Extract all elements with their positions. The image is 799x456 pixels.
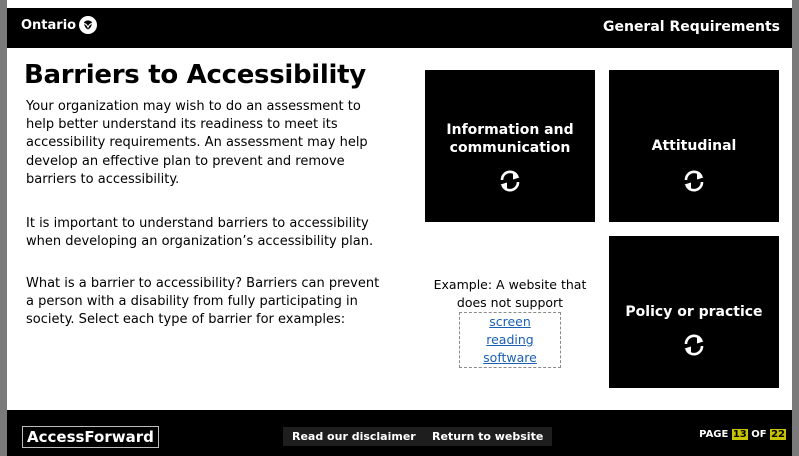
plan-paragraph: It is important to understand barriers t… [26,216,374,250]
card-label: Policy or practice [625,304,763,320]
page-indicator: PAGE 13 OF 22 [699,429,786,440]
card-information-communication[interactable]: Information and communication [425,70,595,222]
ontario-logo: Ontario [21,16,98,34]
trillium-icon [79,16,98,34]
screen-reading-link[interactable]: screen reading software [459,312,561,368]
page-total: 22 [770,429,786,440]
accessforward-logo: AccessForward [22,426,159,448]
card-label: Information and communication [446,122,574,156]
header-bar: Ontario General Requirements [7,8,792,48]
page-of: OF [751,429,767,440]
section-title: General Requirements [602,19,780,35]
example-text: Example: A website that does not support [433,277,587,310]
ontario-wordmark: Ontario [21,17,77,33]
frame-left-edge [0,0,7,456]
flip-arrows-icon [684,170,704,192]
page-current: 13 [731,429,748,440]
page-prefix: PAGE [699,429,729,440]
card-policy-practice[interactable]: Policy or practice [609,236,779,388]
frame-right-edge [792,0,799,456]
disclaimer-button[interactable]: Read our disclaimer [283,427,425,446]
question-paragraph: What is a barrier to accessibility? Barr… [26,276,380,328]
intro-paragraph: Your organization may wish to do an asse… [26,99,368,187]
return-to-website-button[interactable]: Return to website [423,427,553,446]
card-attitudinal[interactable]: Attitudinal [609,70,779,222]
flip-arrows-icon [684,334,704,356]
card-label: Attitudinal [651,138,737,154]
example-panel: Example: A website that does not support… [430,276,590,368]
flip-arrows-icon [500,170,520,192]
footer-bar: AccessForward Read our disclaimer Return… [7,410,792,456]
page-title: Barriers to Accessibility [24,60,366,90]
